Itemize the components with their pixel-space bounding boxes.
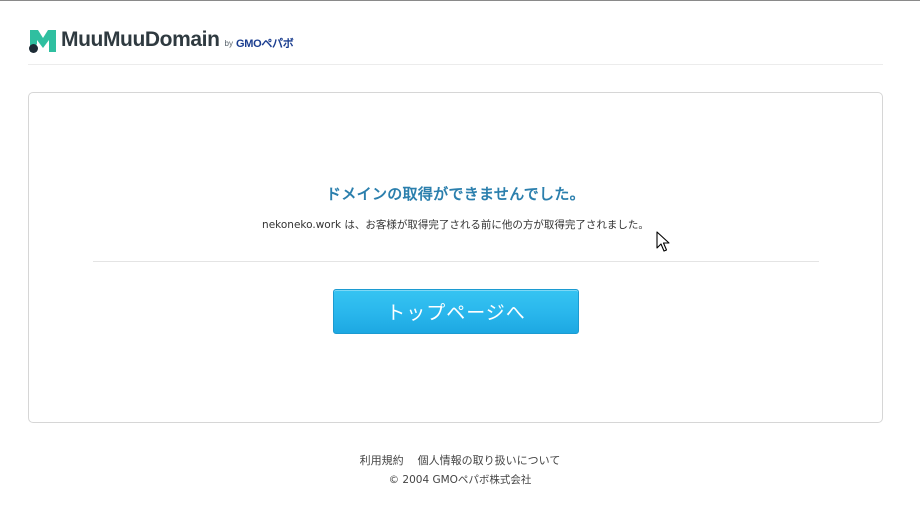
logo-by-text: by	[224, 39, 233, 48]
error-card: ドメインの取得ができませんでした。 nekoneko.work は、お客様が取得…	[28, 92, 883, 423]
gmo-pepabo-logo: GMOペパボ	[235, 37, 294, 50]
logo-text: MuuMuuDomain	[61, 28, 220, 51]
privacy-policy-link[interactable]: 個人情報の取り扱いについて	[418, 452, 561, 468]
footer-links: 利用規約 個人情報の取り扱いについて	[0, 452, 920, 468]
window-top-border	[0, 0, 920, 1]
site-footer: 利用規約 個人情報の取り扱いについて © 2004 GMOペパボ株式会社	[0, 452, 920, 487]
terms-of-use-link[interactable]: 利用規約	[360, 452, 404, 468]
muumuudomain-logo[interactable]: MuuMuuDomain by GMOペパボ	[28, 26, 294, 54]
top-page-button[interactable]: トップページへ	[333, 289, 579, 334]
logo-mark-icon	[29, 30, 56, 53]
site-header: MuuMuuDomain by GMOペパボ	[28, 26, 883, 65]
divider	[93, 261, 819, 262]
error-title: ドメインの取得ができませんでした。	[326, 185, 585, 203]
copyright-text: © 2004 GMOペパボ株式会社	[388, 474, 532, 486]
mouse-pointer-icon	[656, 231, 670, 252]
error-message: nekoneko.work は、お客様が取得完了される前に他の方が取得完了されま…	[262, 219, 649, 231]
